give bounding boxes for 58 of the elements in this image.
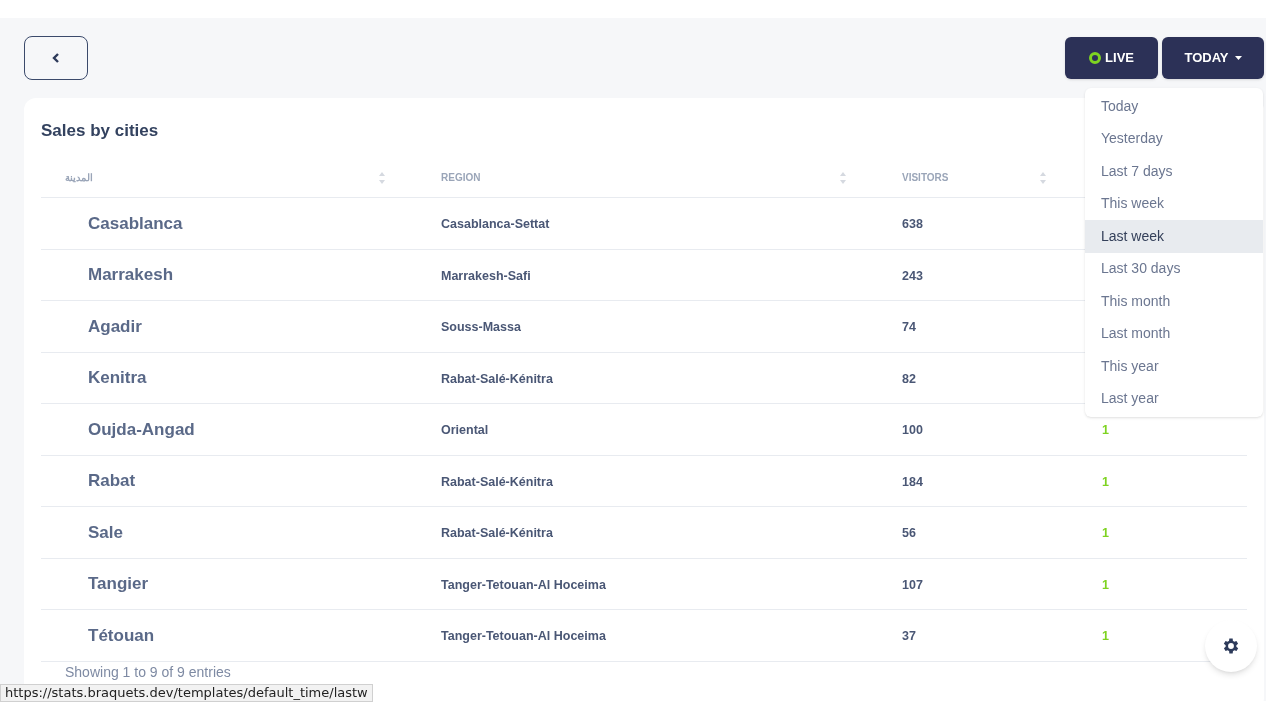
- table-cell: 1: [1102, 629, 1109, 644]
- column-header: REGION: [441, 171, 481, 185]
- status-url-tooltip: https://stats.braquets.dev/templates/default_time/lastw: [0, 684, 373, 702]
- column-header: المدينة: [65, 171, 93, 185]
- visitors-cell: 184: [902, 474, 923, 489]
- card-title: Sales by cities: [41, 120, 159, 140]
- entries-summary: Showing 1 to 9 of 9 entries: [65, 663, 231, 680]
- menu-item[interactable]: This month: [1085, 285, 1263, 318]
- caret-icon: [1234, 56, 1242, 60]
- menu-item[interactable]: Yesterday: [1085, 122, 1263, 155]
- city-cell: Oujda-Angad: [88, 419, 195, 439]
- live-dot-icon: [1089, 52, 1102, 64]
- menu-item[interactable]: Last 7 days: [1085, 155, 1263, 188]
- visitors-cell: 243: [902, 268, 923, 283]
- city-cell: Marrakesh: [88, 265, 174, 284]
- menu-item[interactable]: Last week: [1085, 220, 1263, 253]
- back-button[interactable]: [24, 36, 88, 80]
- sort-icon: [1040, 170, 1046, 185]
- city-cell: Kenitra: [88, 368, 147, 387]
- region-cell: Tanger-Tetouan-Al Hoceima: [441, 577, 606, 592]
- region-cell: Marrakesh-Safi: [441, 268, 531, 283]
- visitors-cell: 82: [902, 371, 916, 386]
- menu-item[interactable]: Last year: [1085, 382, 1263, 415]
- region-cell: Rabat-Salé-Kénitra: [441, 526, 553, 541]
- table-cell: 1: [1102, 577, 1109, 592]
- visitors-cell: 56: [902, 526, 916, 541]
- visitors-cell: 74: [902, 320, 916, 335]
- visitors-cell: 100: [902, 423, 923, 438]
- city-cell: Rabat: [88, 471, 136, 490]
- city-cell: Agadir: [88, 316, 142, 336]
- city-cell: Tétouan: [88, 625, 155, 645]
- table-cell: 1: [1102, 423, 1109, 438]
- visitors-cell: 638: [902, 217, 923, 232]
- date-range-button[interactable]: TODAY: [1162, 37, 1264, 79]
- city-cell: Tangier: [88, 574, 149, 593]
- live-button[interactable]: LIVE: [1065, 37, 1158, 79]
- settings-icon: [1221, 636, 1241, 656]
- region-cell: Tanger-Tetouan-Al Hoceima: [441, 629, 606, 644]
- table-cell: 1: [1102, 526, 1109, 541]
- chevron-left-icon: [52, 53, 60, 63]
- sort-icon: [840, 170, 846, 185]
- region-cell: Rabat-Salé-Kénitra: [441, 474, 553, 489]
- visitors-cell: 107: [902, 577, 923, 592]
- menu-item[interactable]: Last 30 days: [1085, 252, 1263, 285]
- region-cell: Souss-Massa: [441, 320, 521, 335]
- menu-item[interactable]: Today: [1085, 90, 1263, 123]
- visitors-cell: 37: [902, 629, 916, 644]
- column-header: VISITORS: [902, 171, 949, 185]
- region-cell: Rabat-Salé-Kénitra: [441, 371, 553, 386]
- region-cell: Casablanca-Settat: [441, 217, 550, 232]
- menu-item[interactable]: Last month: [1085, 317, 1263, 350]
- menu-item[interactable]: This week: [1085, 187, 1263, 220]
- city-cell: Casablanca: [88, 213, 183, 233]
- region-cell: Oriental: [441, 423, 489, 438]
- sort-icon: [379, 170, 385, 185]
- city-cell: Sale: [88, 522, 123, 542]
- table-cell: 1: [1102, 474, 1109, 489]
- menu-item[interactable]: This year: [1085, 350, 1263, 383]
